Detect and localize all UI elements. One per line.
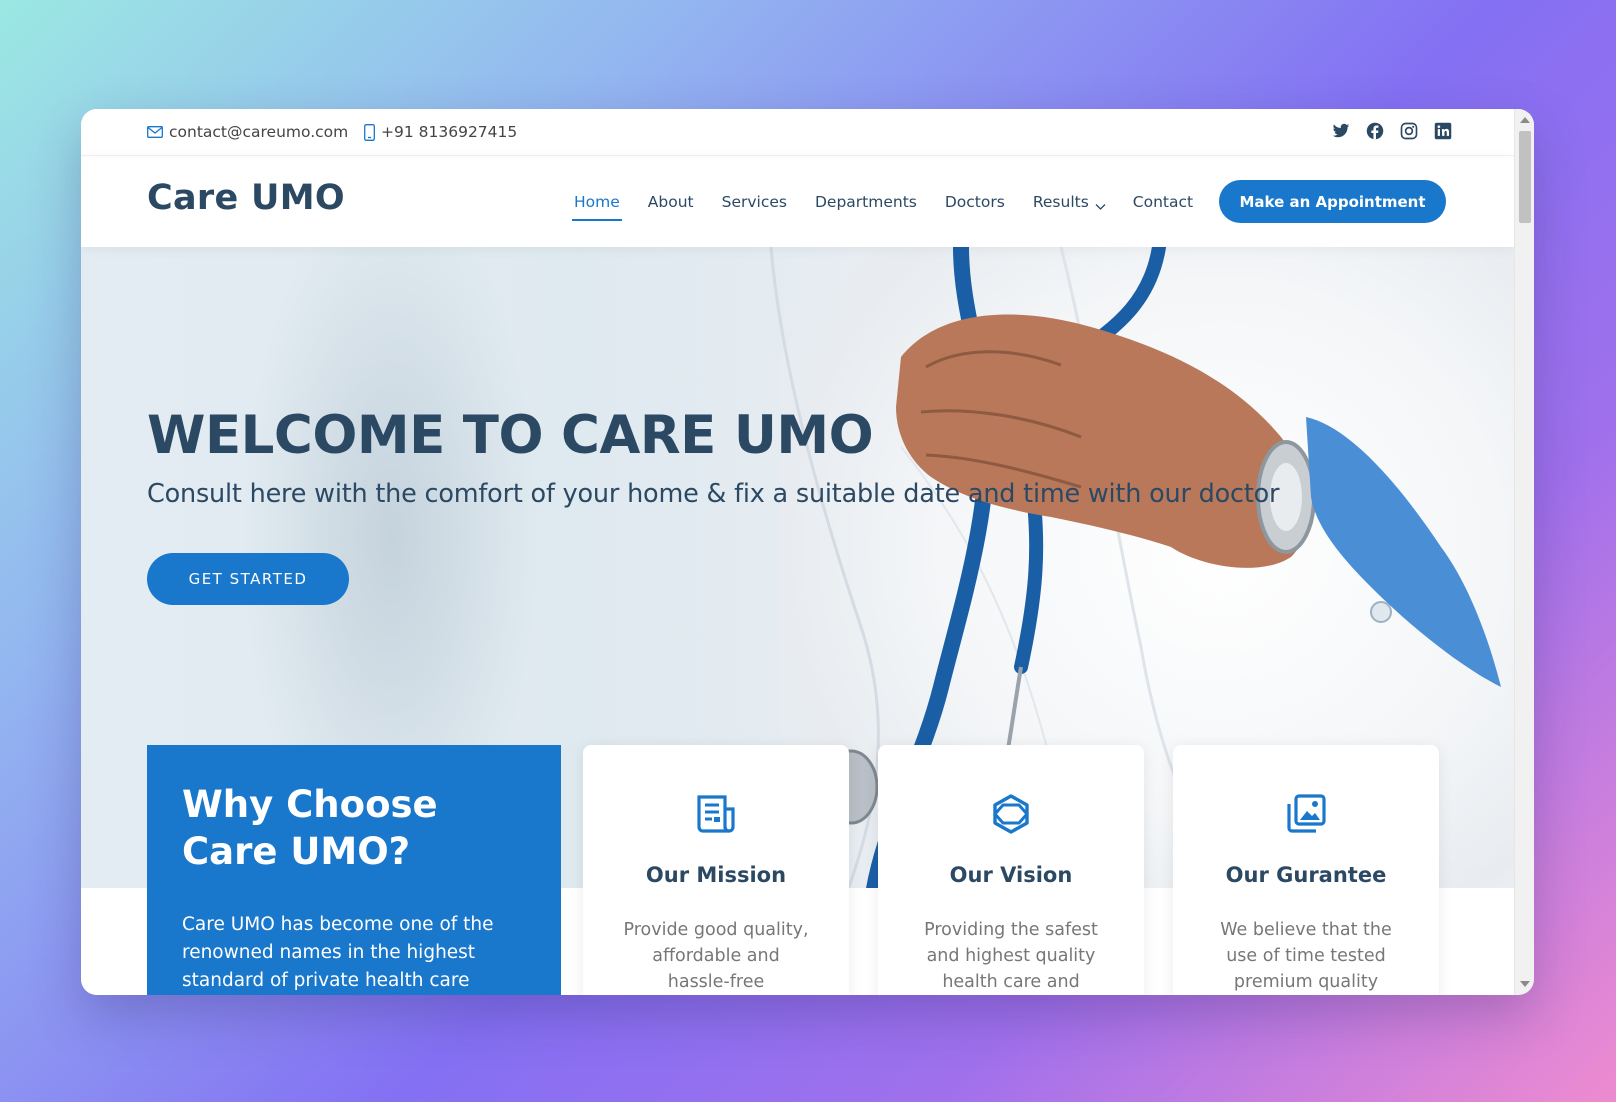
page-viewport: contact@careumo.com +91 8136927415 Care … xyxy=(81,109,1514,995)
nav-item-label: Departments xyxy=(814,193,917,211)
nav-item-label: Services xyxy=(721,193,787,211)
nav-item-label: Home xyxy=(574,193,620,211)
card-title: Our Vision xyxy=(949,863,1073,887)
newspaper-icon xyxy=(695,793,737,835)
scroll-down-icon[interactable] xyxy=(1520,981,1530,987)
instagram-icon[interactable] xyxy=(1400,122,1418,140)
nav-item-label: Doctors xyxy=(944,193,1005,211)
nav-item-results[interactable]: Results xyxy=(1032,193,1106,211)
card-title: Our Mission xyxy=(645,863,787,887)
nav-item-label: Contact xyxy=(1132,193,1194,211)
main-nav: Home About Services Departments Doctors … xyxy=(572,157,1221,247)
site-header: Care UMO Home About Services Departments… xyxy=(81,157,1514,247)
card-text: Providing the safest and highest quality… xyxy=(924,920,1098,992)
why-choose-box: Why Choose Care UMO? Care UMO has become… xyxy=(147,745,561,995)
nav-item-doctors[interactable]: Doctors xyxy=(945,193,1005,211)
why-text: Care UMO has become one of the renowned … xyxy=(182,914,494,991)
card-mission: Our Mission Provide good quality, afford… xyxy=(583,745,849,995)
get-started-button[interactable]: GET STARTED xyxy=(147,553,349,605)
vertical-scrollbar[interactable] xyxy=(1514,109,1534,995)
card-text: Provide good quality, affordable and has… xyxy=(623,920,809,992)
card-guarantee: Our Gurantee We believe that the use of … xyxy=(1173,745,1439,995)
chevron-down-icon xyxy=(1095,197,1106,210)
hero-subtitle: Consult here with the comfort of your ho… xyxy=(147,479,1280,509)
top-bar: contact@careumo.com +91 8136927415 xyxy=(81,109,1514,156)
linkedin-icon[interactable] xyxy=(1434,122,1452,140)
phone-text: +91 8136927415 xyxy=(381,123,518,141)
hero-title: WELCOME TO CARE UMO xyxy=(147,405,874,466)
email-text: contact@careumo.com xyxy=(169,123,349,141)
images-icon xyxy=(1285,793,1327,835)
nav-item-services[interactable]: Services xyxy=(722,193,787,211)
facebook-icon[interactable] xyxy=(1366,122,1384,140)
contact-phone[interactable]: +91 8136927415 xyxy=(364,123,517,141)
phone-icon xyxy=(364,123,375,141)
nav-item-about[interactable]: About xyxy=(648,193,694,211)
social-links xyxy=(1332,122,1452,140)
card-vision: Our Vision Providing the safest and high… xyxy=(878,745,1144,995)
nav-item-departments[interactable]: Departments xyxy=(815,193,917,211)
nav-item-contact[interactable]: Contact xyxy=(1133,193,1193,211)
scrollbar-thumb[interactable] xyxy=(1519,131,1531,223)
card-text: We believe that the use of time tested p… xyxy=(1220,920,1392,992)
nav-item-label: Results xyxy=(1032,193,1089,211)
twitter-icon[interactable] xyxy=(1332,122,1350,140)
browser-window: contact@careumo.com +91 8136927415 Care … xyxy=(81,109,1534,995)
cube-icon xyxy=(990,793,1032,835)
nav-item-label: About xyxy=(647,193,694,211)
envelope-icon xyxy=(147,126,163,138)
why-title: Why Choose Care UMO? xyxy=(182,783,438,873)
site-logo[interactable]: Care UMO xyxy=(147,178,345,218)
card-title: Our Gurantee xyxy=(1225,863,1387,887)
scroll-up-icon[interactable] xyxy=(1520,117,1530,123)
nav-item-home[interactable]: Home xyxy=(572,193,622,221)
make-appointment-button[interactable]: Make an Appointment xyxy=(1219,180,1446,223)
contact-email[interactable]: contact@careumo.com xyxy=(147,123,348,141)
